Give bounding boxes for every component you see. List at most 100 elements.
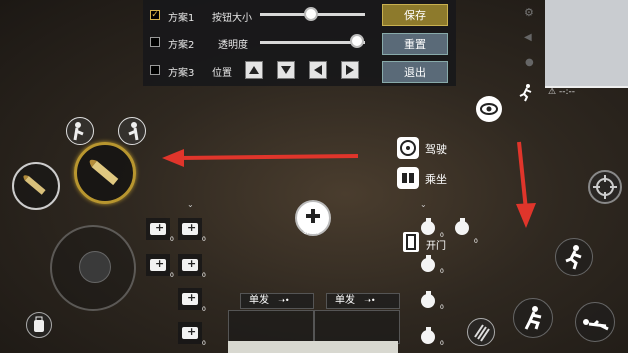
bullet-arrow-icon: ➝• [278, 296, 290, 305]
grenade-count: 0 [440, 232, 444, 239]
grenade-icon [421, 218, 435, 235]
grenade-count: 0 [440, 268, 444, 275]
medkit-cross-icon: + [155, 221, 165, 234]
bullet-icon [89, 159, 119, 186]
prone-icon [583, 319, 609, 331]
medkit-slot[interactable]: + [146, 218, 170, 240]
crouch-icon [524, 306, 542, 330]
settings-panel: ✓ 方案1 方案2 方案3 按钮大小 透明度 位置 保存 重置 退出 [143, 0, 456, 86]
medkit-slot[interactable]: + [178, 322, 202, 344]
lean-right-icon [128, 122, 139, 141]
grenade-slot[interactable] [418, 324, 438, 346]
lean-left-icon [73, 122, 84, 141]
ride-label: 乘坐 [425, 173, 447, 186]
opacity-slider-knob[interactable] [350, 34, 364, 48]
reset-button[interactable]: 重置 [382, 33, 448, 55]
medkit-slot[interactable]: + [178, 254, 202, 276]
jump-icon [565, 245, 582, 270]
aim-button[interactable] [588, 170, 622, 204]
grenade-expand-chevron-icon[interactable]: ⌄ [420, 200, 427, 209]
medkit-slot[interactable]: + [178, 218, 202, 240]
medkit-count: 0 [202, 272, 206, 279]
medkit-cross-icon: + [187, 257, 197, 270]
grenade-slot[interactable] [452, 215, 472, 237]
joystick-thumb[interactable] [79, 251, 111, 283]
arrow-up-icon [249, 66, 259, 74]
bullet-arrow-icon: ➝• [364, 296, 376, 305]
button-size-slider-knob[interactable] [304, 7, 318, 21]
warning-status: ⚠ --:-- [548, 87, 575, 97]
door-button[interactable] [403, 232, 419, 252]
weapon-slot-primary[interactable] [74, 142, 136, 204]
ride-button[interactable] [397, 167, 419, 189]
scheme-2-label: 方案2 [168, 40, 195, 51]
free-look-button[interactable] [476, 96, 502, 122]
medkit-cross-icon: + [187, 221, 197, 234]
arrow-right-icon [346, 65, 354, 75]
status-text: --:-- [558, 87, 575, 97]
medkit-slot[interactable]: + [146, 254, 170, 276]
reload-button[interactable] [467, 318, 495, 346]
minimap[interactable] [545, 0, 628, 86]
microphone-icon[interactable]: ● [525, 57, 535, 69]
medkit-slot[interactable]: + [178, 288, 202, 310]
medkit-count: 0 [202, 340, 206, 347]
door-icon [406, 234, 416, 250]
grenade-icon [421, 255, 435, 272]
lean-left-button[interactable] [66, 117, 94, 145]
drive-label: 驾驶 [425, 143, 447, 156]
speaker-icon[interactable]: ◀ [524, 32, 536, 44]
grenade-slot[interactable] [418, 215, 438, 237]
fire-mode-right[interactable]: 单发 ➝• [326, 293, 400, 309]
move-right-button[interactable] [341, 61, 359, 79]
bullet-icon [23, 175, 46, 195]
expand-chevron-icon[interactable]: ⌄ [187, 200, 194, 209]
grenade-icon [455, 218, 469, 235]
scheme-3-checkbox[interactable] [150, 65, 160, 75]
lean-right-button[interactable] [118, 117, 146, 145]
grenade-icon [421, 327, 435, 344]
fire-mode-left[interactable]: 单发 ➝• [240, 293, 314, 309]
movement-joystick[interactable] [50, 225, 136, 311]
grenade-slot[interactable] [418, 252, 438, 274]
sprint-button[interactable] [516, 82, 536, 102]
exit-button[interactable]: 退出 [382, 61, 448, 83]
backpack-icon [34, 316, 44, 332]
save-button[interactable]: 保存 [382, 4, 448, 26]
position-label: 位置 [212, 68, 232, 79]
ammo-stripes-icon [474, 324, 490, 342]
backpack-button[interactable] [26, 312, 52, 338]
arrow-down-icon [281, 66, 291, 74]
grenade-count: 0 [440, 304, 444, 311]
scheme-1-label: 方案1 [168, 13, 195, 24]
button-size-label: 按钮大小 [212, 13, 252, 24]
opacity-label: 透明度 [218, 40, 248, 51]
weapon-panel-left[interactable] [228, 310, 314, 344]
medkit-count: 0 [170, 236, 174, 243]
fire-mode-right-label: 单发 [335, 295, 355, 306]
scheme-1-checkbox[interactable]: ✓ [150, 10, 160, 20]
drive-button[interactable] [397, 137, 419, 159]
move-up-button[interactable] [245, 61, 263, 79]
weapon-panel-right[interactable] [314, 310, 400, 344]
warning-icon: ⚠ [548, 87, 557, 97]
medkit-count: 0 [170, 272, 174, 279]
medkit-cross-icon: + [155, 257, 165, 270]
grenade-icon [421, 291, 435, 308]
medkit-cross-icon: + [187, 291, 197, 304]
jump-button[interactable] [555, 238, 593, 276]
crouch-button[interactable] [513, 298, 553, 338]
eye-icon [480, 103, 498, 115]
weapon-slot-secondary[interactable] [12, 162, 60, 210]
grenade-count: 0 [474, 238, 478, 245]
crosshair-icon [593, 175, 617, 199]
move-left-button[interactable] [309, 61, 327, 79]
move-down-button[interactable] [277, 61, 295, 79]
prone-button[interactable] [575, 302, 615, 342]
grenade-slot[interactable] [418, 288, 438, 310]
red-arrow-left [162, 149, 359, 167]
scheme-2-checkbox[interactable] [150, 37, 160, 47]
door-label: 开门 [426, 241, 446, 252]
arrow-left-icon [314, 65, 322, 75]
settings-gear-icon[interactable]: ⚙ [524, 6, 536, 19]
